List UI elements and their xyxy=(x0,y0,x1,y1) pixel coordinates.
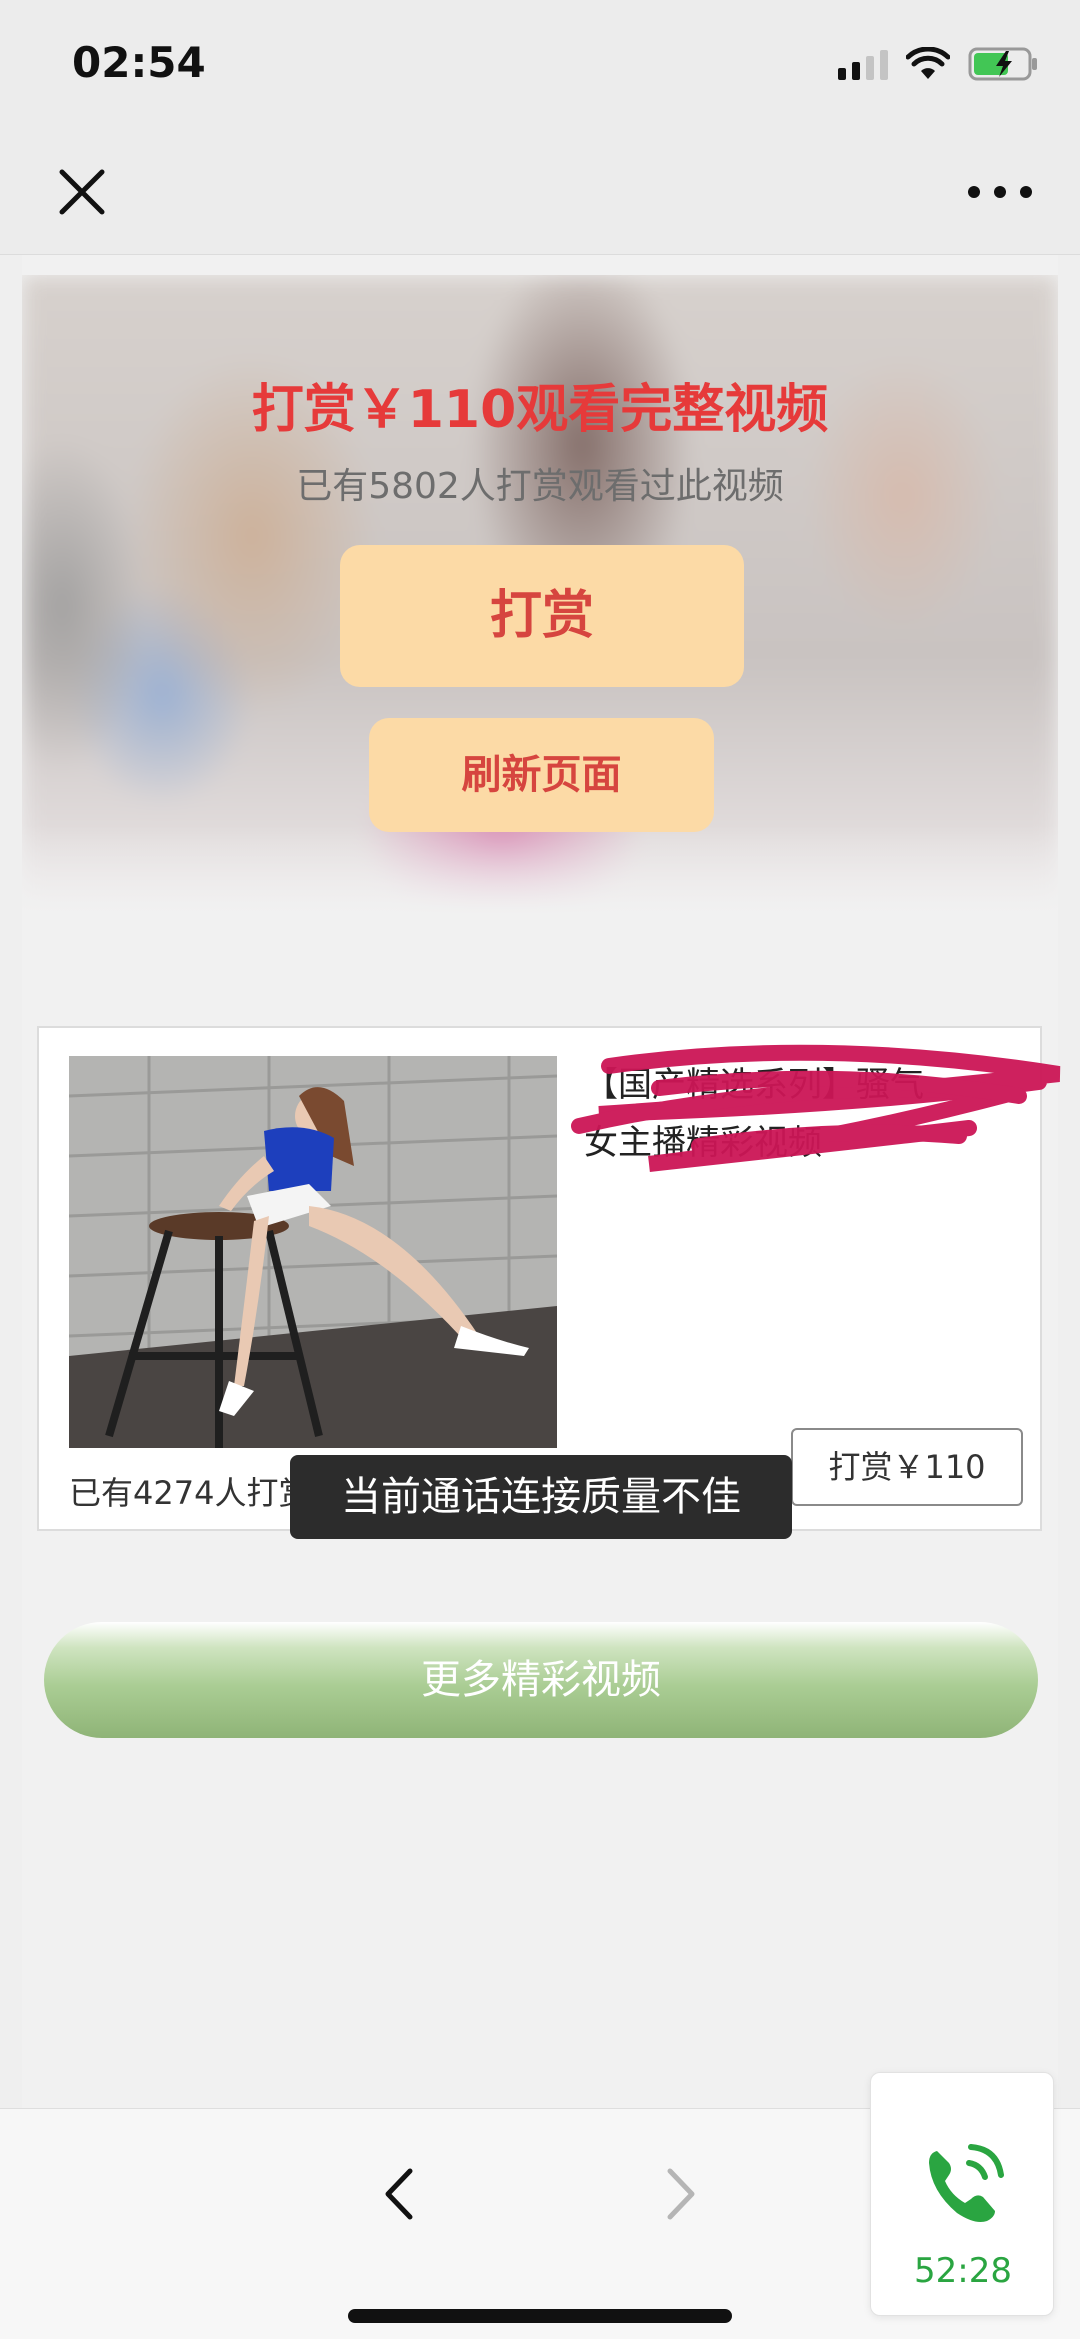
paywall-title: 打赏￥110观看完整视频 xyxy=(251,380,829,440)
battery-charging-icon xyxy=(968,47,1037,81)
phone-call-icon xyxy=(929,2144,1004,2222)
page-content: 打赏￥110观看完整视频 已有5802人打赏观看过此视频 打赏 刷新页面 【国产… xyxy=(22,255,1061,2110)
status-bar: 02:54 xyxy=(0,0,1080,130)
forward-arrow-icon[interactable] xyxy=(650,2159,710,2229)
voice-call-widget[interactable]: 52:28 xyxy=(870,2072,1054,2316)
video-title[interactable]: 【国产精选系列】骚气 女主播精彩视频 xyxy=(584,1056,1024,1172)
nav-bar xyxy=(0,130,1080,255)
refresh-page-button[interactable]: 刷新页面 xyxy=(369,718,714,832)
reward-count: 已有4274人打赏 xyxy=(69,1474,311,1512)
status-icons xyxy=(838,44,1040,84)
paywall-subtitle: 已有5802人打赏观看过此视频 xyxy=(296,466,784,507)
reward-button[interactable]: 打赏 xyxy=(340,545,744,687)
back-arrow-icon[interactable] xyxy=(370,2159,430,2229)
status-time: 02:54 xyxy=(72,38,206,87)
video-thumbnail[interactable] xyxy=(69,1056,557,1448)
wifi-icon xyxy=(906,47,950,79)
more-videos-button[interactable]: 更多精彩视频 xyxy=(44,1622,1038,1738)
call-duration: 52:28 xyxy=(914,2251,1012,2291)
more-dots-icon[interactable] xyxy=(960,160,1040,224)
card-reward-button[interactable]: 打赏￥110 xyxy=(791,1428,1023,1506)
close-icon[interactable] xyxy=(50,160,114,224)
cellular-signal-icon xyxy=(838,48,888,80)
home-indicator[interactable] xyxy=(348,2309,732,2323)
video-paywall-hero: 打赏￥110观看完整视频 已有5802人打赏观看过此视频 打赏 刷新页面 xyxy=(22,275,1058,915)
call-quality-toast: 当前通话连接质量不佳 xyxy=(290,1455,792,1539)
